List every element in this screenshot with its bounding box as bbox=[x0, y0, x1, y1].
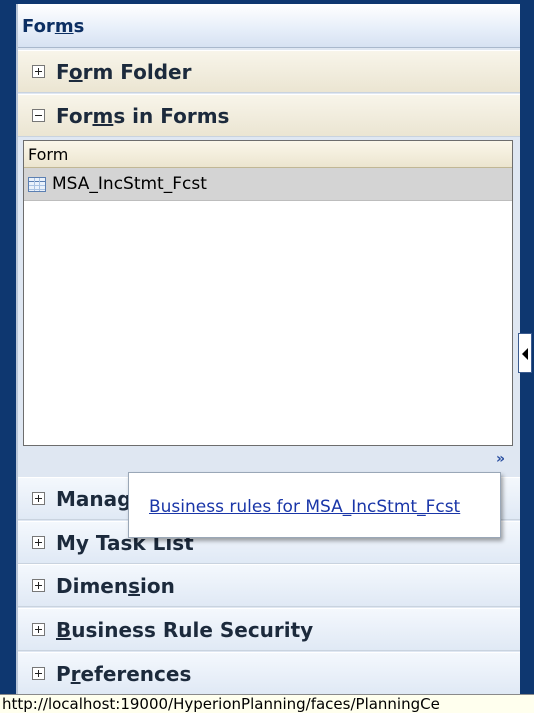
accordion-label: Forms in Forms bbox=[56, 103, 230, 128]
expand-icon[interactable] bbox=[32, 536, 45, 549]
expand-icon[interactable] bbox=[32, 623, 45, 636]
accordion-label: Preferences bbox=[56, 661, 192, 686]
column-header-form[interactable]: Form bbox=[24, 141, 512, 168]
business-rules-popup: Business rules for MSA_IncStmt_Fcst bbox=[128, 472, 501, 538]
expand-icon[interactable] bbox=[32, 579, 45, 592]
forms-list[interactable]: Form MSA_IncStmt_Fcst bbox=[23, 140, 513, 446]
accordion-form-folder[interactable]: Form Folder bbox=[18, 50, 520, 93]
list-item-label: MSA_IncStmt_Fcst bbox=[52, 174, 207, 194]
accordion-dimension[interactable]: Dimension bbox=[18, 564, 520, 607]
expand-icon[interactable] bbox=[32, 65, 45, 78]
status-bar-url: http://localhost:19000/HyperionPlanning/… bbox=[0, 694, 534, 713]
expand-icon[interactable] bbox=[32, 492, 45, 505]
business-rules-link[interactable]: Business rules for MSA_IncStmt_Fcst bbox=[149, 497, 460, 517]
collapse-pane-tab[interactable] bbox=[518, 333, 532, 373]
expand-icon[interactable] bbox=[32, 667, 45, 680]
accordion-label: Form Folder bbox=[56, 59, 192, 84]
accordion-forms-in-forms[interactable]: Forms in Forms bbox=[18, 94, 520, 137]
list-item[interactable]: MSA_IncStmt_Fcst bbox=[24, 168, 512, 201]
accordion-preferences[interactable]: Preferences bbox=[18, 652, 520, 695]
grid-form-icon bbox=[28, 176, 46, 192]
forms-panel-title: Forms bbox=[18, 4, 520, 48]
accordion-label: Business Rule Security bbox=[56, 617, 314, 642]
forms-panel: Forms Form Folder Forms in Forms Form MS… bbox=[16, 4, 520, 695]
collapse-icon[interactable] bbox=[32, 109, 45, 122]
accordion-business-rule-security[interactable]: Business Rule Security bbox=[18, 608, 520, 651]
double-chevron-down-icon[interactable]: » bbox=[496, 451, 505, 467]
accordion-label: Dimension bbox=[56, 573, 175, 598]
accordion-label: Manag bbox=[56, 486, 132, 511]
